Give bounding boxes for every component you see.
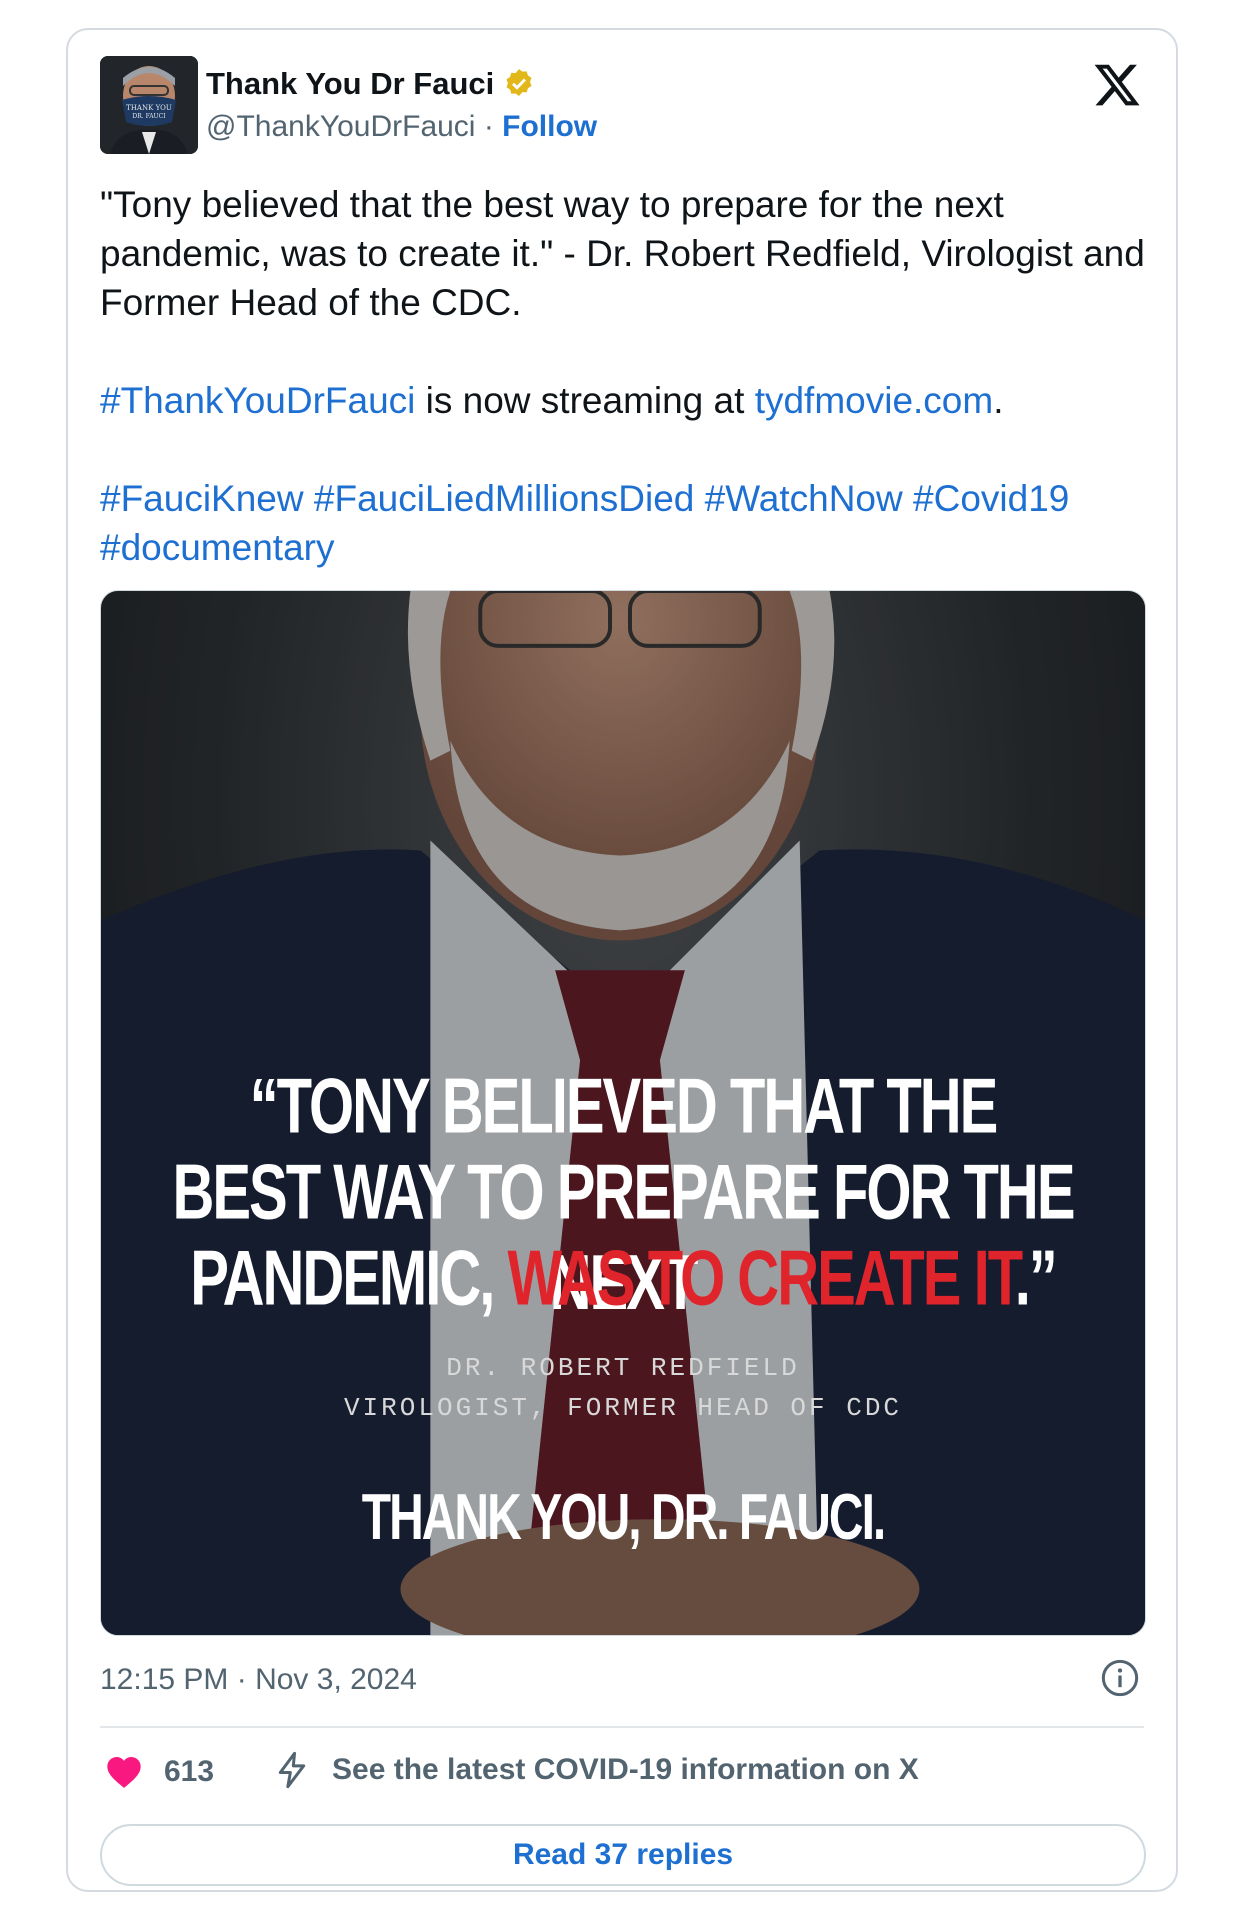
display-name-text[interactable]: Thank You Dr Fauci bbox=[206, 66, 494, 102]
svg-text:THANK YOU: THANK YOU bbox=[126, 104, 172, 112]
tweet-quote: "Tony believed that the best way to prep… bbox=[100, 184, 1145, 323]
x-logo-icon[interactable] bbox=[1092, 60, 1142, 110]
media-quote-end: .” bbox=[1014, 1234, 1058, 1323]
hashtag-link[interactable]: #FauciLiedMillionsDied bbox=[314, 478, 694, 519]
avatar[interactable]: THANK YOU DR. FAUCI bbox=[100, 56, 198, 154]
media-attribution-name: DR. ROBERT REDFIELD bbox=[446, 1353, 800, 1383]
lightning-icon bbox=[278, 1751, 306, 1789]
hashtag-line: #FauciKnew #FauciLiedMillionsDied #Watch… bbox=[100, 474, 1150, 572]
stream-end: . bbox=[993, 380, 1004, 421]
divider bbox=[100, 1726, 1144, 1728]
tweet-card: THANK YOU DR. FAUCI Thank You Dr Fauci @… bbox=[66, 28, 1178, 1892]
heart-icon bbox=[107, 1757, 141, 1788]
media-attribution-title: VIROLOGIST, FORMER HEAD OF CDC bbox=[343, 1393, 903, 1423]
stream-text: is now streaming at bbox=[415, 380, 755, 421]
media-quote-line-1: “TONY BELIEVED THAT THE bbox=[249, 1062, 999, 1151]
read-replies-button[interactable]: Read 37 replies bbox=[100, 1824, 1146, 1886]
covid-info-link[interactable]: See the latest COVID-19 information on X bbox=[272, 1750, 919, 1790]
media-quote-line-3: PANDEMIC, WAS TO CREATE IT.” bbox=[101, 1233, 1145, 1323]
follow-button[interactable]: Follow bbox=[502, 110, 597, 143]
hashtag-link[interactable]: #WatchNow bbox=[705, 478, 903, 519]
media-quote-white: PANDEMIC, bbox=[190, 1234, 508, 1323]
tweet-media-image[interactable]: “TONY BELIEVED THAT THE BEST WAY TO PREP… bbox=[100, 590, 1146, 1636]
like-button[interactable]: 613 bbox=[104, 1752, 214, 1792]
info-icon[interactable] bbox=[1100, 1658, 1140, 1698]
tweet-text: "Tony believed that the best way to prep… bbox=[100, 180, 1150, 572]
website-link[interactable]: tydfmovie.com bbox=[755, 380, 994, 421]
verified-badge-icon bbox=[506, 69, 532, 97]
media-title: THANK YOU, DR. FAUCI. bbox=[361, 1482, 886, 1554]
timestamp[interactable]: 12:15 PM · Nov 3, 2024 bbox=[100, 1663, 417, 1697]
display-name[interactable]: Thank You Dr Fauci bbox=[206, 66, 536, 102]
hashtag-link[interactable]: #FauciKnew bbox=[100, 478, 304, 519]
hashtag-link[interactable]: #Covid19 bbox=[913, 478, 1069, 519]
avatar-image: THANK YOU DR. FAUCI bbox=[100, 56, 198, 154]
handle-row: @ThankYouDrFauci · Follow bbox=[206, 110, 597, 144]
like-count: 613 bbox=[164, 1755, 215, 1788]
separator: · bbox=[475, 110, 503, 143]
hashtag-link[interactable]: #ThankYouDrFauci bbox=[100, 380, 415, 421]
media-quote-red: WAS TO CREATE IT bbox=[507, 1234, 1016, 1323]
covid-info-text: See the latest COVID-19 information on X bbox=[332, 1753, 919, 1786]
svg-text:DR. FAUCI: DR. FAUCI bbox=[132, 113, 166, 120]
tweet-stream-line: #ThankYouDrFauci is now streaming at tyd… bbox=[100, 376, 1150, 425]
handle[interactable]: @ThankYouDrFauci bbox=[206, 110, 475, 143]
hashtag-link[interactable]: #documentary bbox=[100, 527, 334, 568]
